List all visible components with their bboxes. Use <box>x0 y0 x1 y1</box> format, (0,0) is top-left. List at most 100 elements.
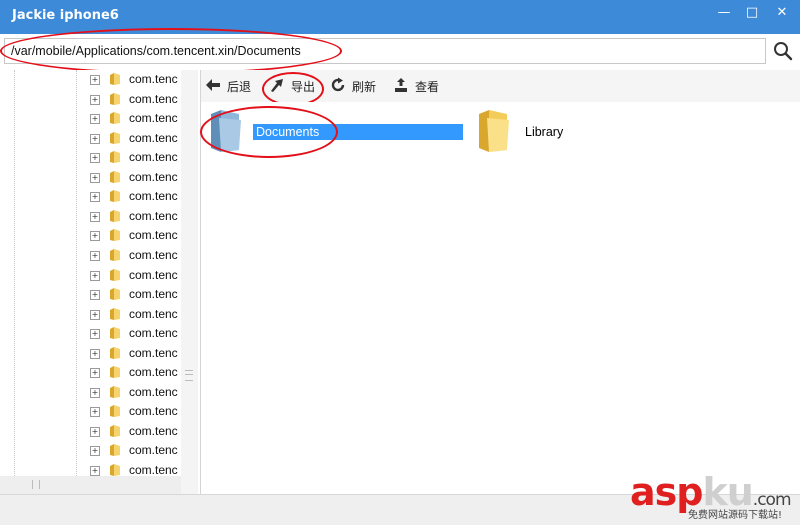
view-icon <box>395 78 407 92</box>
minimize-button[interactable]: — <box>712 3 736 23</box>
expand-plus-icon[interactable]: + <box>90 290 100 301</box>
scrollbar-grip-icon <box>32 480 40 489</box>
maximize-button[interactable]: □ <box>740 3 764 23</box>
expand-plus-icon[interactable]: + <box>90 270 100 281</box>
folder-item-documents[interactable]: Documents <box>205 108 475 156</box>
tree-item-label: com.tenc <box>129 326 178 341</box>
folder-icon <box>110 288 120 301</box>
folder-label: Library <box>525 125 564 139</box>
tree-item-label: com.tenc <box>129 208 178 223</box>
folder-icon <box>110 131 120 144</box>
tree-item-label: com.tenc <box>129 228 178 243</box>
arrow-left-icon <box>206 79 220 91</box>
view-label: 查看 <box>415 80 440 94</box>
tree-item-label: com.tenc <box>129 72 178 86</box>
folder-icon <box>479 110 509 152</box>
expand-plus-icon[interactable]: + <box>90 407 100 418</box>
tree-item-label: com.tenc <box>129 287 178 302</box>
folder-icon <box>110 346 120 359</box>
back-label: 后退 <box>227 80 252 94</box>
folder-icon <box>110 151 120 164</box>
export-button[interactable]: 导出 <box>269 76 321 96</box>
expand-plus-icon[interactable]: + <box>90 309 100 320</box>
tree-item-label: com.tenc <box>129 111 178 126</box>
folder-tree: + com.tenc + com.tenc + com.tenc + com.tenc + com… <box>0 70 201 494</box>
tree-item-label: com.tenc <box>129 423 178 438</box>
tree-guide-line <box>14 70 15 494</box>
expand-plus-icon[interactable]: + <box>90 133 100 144</box>
folder-icon <box>110 229 120 242</box>
back-button[interactable]: 后退 <box>205 76 257 96</box>
toolbar: 后退 导出 刷新 查看 <box>201 70 800 102</box>
expand-plus-icon[interactable]: + <box>90 231 100 242</box>
expand-plus-icon[interactable]: + <box>90 348 100 359</box>
title-bar: Jackie iphone6 — □ ✕ <box>0 0 800 34</box>
tree-item-label: com.tenc <box>129 130 178 145</box>
folder-icon <box>110 444 120 457</box>
search-icon <box>774 42 793 61</box>
folder-icon <box>211 110 241 152</box>
folder-icon <box>110 209 120 222</box>
tree-item-label: com.tenc <box>129 150 178 165</box>
expand-plus-icon[interactable]: + <box>90 153 100 164</box>
expand-plus-icon[interactable]: + <box>90 172 100 183</box>
tree-item-label: com.tenc <box>129 189 178 204</box>
refresh-label: 刷新 <box>352 80 377 94</box>
tree-item-label: com.tenc <box>129 169 178 184</box>
expand-plus-icon[interactable]: + <box>90 250 100 261</box>
expand-plus-icon[interactable]: + <box>90 426 100 437</box>
file-list: Documents Library <box>201 102 800 494</box>
refresh-button[interactable]: 刷新 <box>330 76 382 96</box>
tree-item-label: com.tenc <box>129 404 178 419</box>
watermark-subtitle: 免费网站源码下载站! <box>688 510 783 521</box>
folder-icon <box>110 307 120 320</box>
tree-guide-line <box>76 70 77 494</box>
folder-icon <box>110 385 120 398</box>
tree-item-label: com.tenc <box>129 306 178 321</box>
refresh-icon <box>331 77 345 92</box>
folder-icon <box>110 248 120 261</box>
expand-plus-icon[interactable]: + <box>90 387 100 398</box>
folder-icon <box>110 170 120 183</box>
folder-icon <box>110 268 120 281</box>
expand-plus-icon[interactable]: + <box>90 211 100 222</box>
tree-item-label: com.tenc <box>129 267 178 282</box>
expand-plus-icon[interactable]: + <box>90 446 100 457</box>
folder-icon <box>110 327 120 340</box>
folder-icon <box>110 405 120 418</box>
tree-item-label: com.tenc <box>129 247 178 262</box>
folder-icon <box>110 92 120 105</box>
expand-plus-icon[interactable]: + <box>90 114 100 125</box>
folder-icon <box>110 190 120 203</box>
export-arrow-icon <box>271 79 283 92</box>
watermark: aspku.com 免费网站源码下载站! <box>630 470 800 524</box>
folder-icon <box>110 73 120 85</box>
export-label: 导出 <box>291 80 316 94</box>
tree-item-label: com.tenc <box>129 345 178 360</box>
address-bar-row: /var/mobile/Applications/com.tencent.xin… <box>0 34 800 71</box>
path-input[interactable]: /var/mobile/Applications/com.tencent.xin… <box>4 38 766 64</box>
folder-label: Documents <box>253 124 463 140</box>
expand-plus-icon[interactable]: + <box>90 94 100 105</box>
folder-icon <box>110 112 120 125</box>
search-button[interactable] <box>770 38 796 64</box>
expand-plus-icon[interactable]: + <box>90 466 100 476</box>
folder-icon <box>110 464 120 476</box>
tree-horizontal-scrollbar[interactable] <box>0 476 181 494</box>
window-title: Jackie iphone6 <box>12 8 119 23</box>
tree-item-label: com.tenc <box>129 463 178 477</box>
expand-plus-icon[interactable]: + <box>90 368 100 379</box>
view-button[interactable]: 查看 <box>393 76 445 96</box>
expand-plus-icon[interactable]: + <box>90 192 100 203</box>
expand-plus-icon[interactable]: + <box>90 75 100 85</box>
folder-icon <box>110 366 120 379</box>
expand-plus-icon[interactable]: + <box>90 329 100 340</box>
scrollbar-grip-icon <box>185 370 193 381</box>
tree-item-label: com.tenc <box>129 384 178 399</box>
folder-item-library[interactable]: Library <box>473 108 583 156</box>
tree-item-label: com.tenc <box>129 91 178 106</box>
close-button[interactable]: ✕ <box>770 3 794 23</box>
tree-vertical-scrollbar[interactable] <box>181 70 198 494</box>
tree-item-label: com.tenc <box>129 365 178 380</box>
tree-item-label: com.tenc <box>129 443 178 458</box>
